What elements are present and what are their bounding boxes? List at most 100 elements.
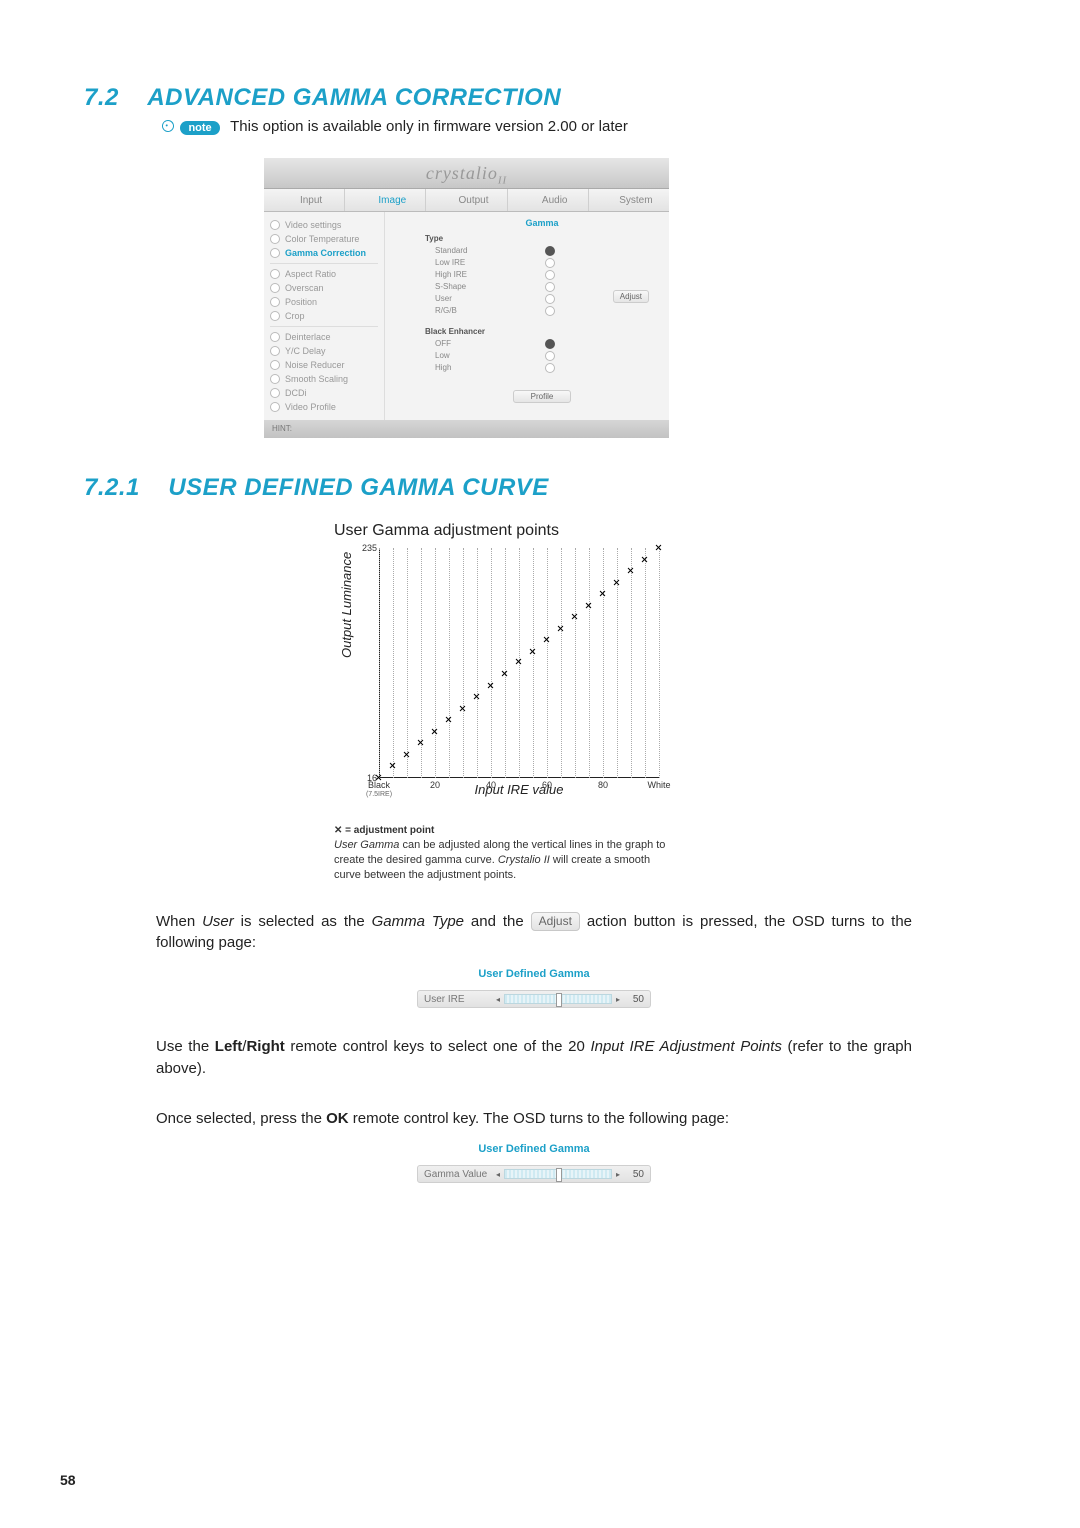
section-heading: 7.2 ADVANCED GAMMA CORRECTION — [84, 84, 984, 112]
arrow-left-icon[interactable]: ◂ — [496, 995, 500, 1004]
paragraph-1: When User is selected as the Gamma Type … — [156, 911, 912, 955]
output-icon — [444, 196, 454, 204]
sidebar-item-position[interactable]: Position — [264, 295, 384, 309]
osd-sidebar: Video settingsColor TemperatureGamma Cor… — [264, 212, 385, 420]
chart-legend: ✕ = adjustment point User Gamma can be a… — [334, 825, 674, 883]
black-enhancer-off[interactable]: OFF — [435, 338, 659, 350]
radio-icon — [545, 351, 555, 361]
adjustment-point — [516, 659, 522, 665]
tab-system[interactable]: System — [589, 189, 669, 211]
sidebar-item-noise-reducer[interactable]: Noise Reducer — [264, 358, 384, 372]
sidebar-item-dcdi[interactable]: DCDi — [264, 386, 384, 400]
chart-ylabel: Output Luminance — [339, 552, 354, 658]
chart-title: User Gamma adjustment points — [334, 522, 674, 540]
gridline — [547, 548, 548, 778]
slider-track[interactable] — [504, 1169, 612, 1179]
audio-icon — [528, 196, 538, 204]
adjustment-point — [544, 637, 550, 643]
profile-button[interactable]: Profile — [513, 390, 571, 403]
slider-value: 50 — [620, 1169, 644, 1180]
gridline — [463, 548, 464, 778]
arrow-left-icon[interactable]: ◂ — [496, 1170, 500, 1179]
paragraph-3: Once selected, press the OK remote contr… — [156, 1108, 912, 1130]
adjustment-point — [404, 752, 410, 758]
gamma-value-slider[interactable]: Gamma Value ◂ ▸ 50 — [417, 1165, 651, 1183]
radio-icon — [545, 258, 555, 268]
gamma-type-high-ire[interactable]: High IRE — [435, 269, 659, 281]
user-ire-slider[interactable]: User IRE ◂ ▸ 50 — [417, 990, 651, 1008]
adjustment-point — [586, 603, 592, 609]
subsection-title: USER DEFINED GAMMA CURVE — [168, 474, 548, 502]
osd-brand: crystalioII — [426, 163, 507, 183]
radio-icon — [545, 294, 555, 304]
radio-icon — [545, 270, 555, 280]
gridline — [435, 548, 436, 778]
tab-image[interactable]: Image — [345, 189, 426, 211]
gridline — [379, 548, 380, 778]
black-enhancer-high[interactable]: High — [435, 362, 659, 374]
radio-icon — [270, 374, 280, 384]
y-tick: 235 — [357, 543, 377, 553]
gamma-type-standard[interactable]: Standard — [435, 245, 659, 257]
note-badge: note — [180, 121, 219, 135]
sidebar-item-y-c-delay[interactable]: Y/C Delay — [264, 344, 384, 358]
radio-icon — [270, 346, 280, 356]
osd-window: crystalioII InputImageOutputAudioSystem … — [264, 158, 669, 438]
adjustment-point — [488, 683, 494, 689]
gridline — [645, 548, 646, 778]
adjust-inline-button[interactable]: Adjust — [531, 912, 580, 931]
osd-main-pane: Gamma Type StandardLow IREHigh IRES-Shap… — [385, 212, 669, 420]
gamma-type-low-ire[interactable]: Low IRE — [435, 257, 659, 269]
input-icon — [286, 196, 296, 204]
radio-icon — [270, 269, 280, 279]
x-tick: 80 — [598, 780, 608, 790]
sidebar-item-video-profile[interactable]: Video Profile — [264, 400, 384, 414]
adjustment-point — [418, 740, 424, 746]
sidebar-item-crop[interactable]: Crop — [264, 309, 384, 323]
section-number: 7.2 — [84, 84, 119, 112]
subsection-number: 7.2.1 — [84, 474, 140, 502]
adjustment-point — [558, 626, 564, 632]
page-number: 58 — [60, 1472, 76, 1488]
adjustment-point — [474, 694, 480, 700]
sidebar-item-video-settings[interactable]: Video settings — [264, 218, 384, 232]
radio-icon — [545, 363, 555, 373]
gridline — [631, 548, 632, 778]
radio-icon — [270, 360, 280, 370]
radio-icon — [270, 220, 280, 230]
adjust-button[interactable]: Adjust — [613, 290, 649, 303]
x-tick: Black — [368, 780, 390, 790]
slider-thumb[interactable] — [556, 1168, 562, 1182]
black-enhancer-low[interactable]: Low — [435, 350, 659, 362]
gridline — [477, 548, 478, 778]
sidebar-item-gamma-correction[interactable]: Gamma Correction — [264, 246, 384, 260]
subsection-heading: 7.2.1 USER DEFINED GAMMA CURVE — [84, 474, 984, 502]
sidebar-item-deinterlace[interactable]: Deinterlace — [264, 330, 384, 344]
tab-input[interactable]: Input — [264, 189, 345, 211]
osd-hint: HINT: — [264, 420, 669, 438]
pencil-icon — [160, 118, 175, 133]
x-tick: 20 — [430, 780, 440, 790]
adjustment-point — [502, 671, 508, 677]
x-tick: 40 — [486, 780, 496, 790]
slider-thumb[interactable] — [556, 993, 562, 1007]
radio-icon — [270, 388, 280, 398]
sidebar-item-color-temperature[interactable]: Color Temperature — [264, 232, 384, 246]
system-icon — [605, 196, 615, 204]
tab-audio[interactable]: Audio — [508, 189, 589, 211]
gamma-type-r-g-b[interactable]: R/G/B — [435, 305, 659, 317]
legend-body: User Gamma can be adjusted along the ver… — [334, 838, 674, 883]
paragraph-2: Use the Left/Right remote control keys t… — [156, 1036, 912, 1080]
sidebar-item-overscan[interactable]: Overscan — [264, 281, 384, 295]
radio-icon — [545, 339, 555, 349]
tab-output[interactable]: Output — [426, 189, 507, 211]
sidebar-item-smooth-scaling[interactable]: Smooth Scaling — [264, 372, 384, 386]
slider-track[interactable] — [504, 994, 612, 1004]
adjustment-point — [572, 614, 578, 620]
adjustment-point — [656, 545, 662, 551]
gridline — [659, 548, 660, 778]
gridline — [505, 548, 506, 778]
radio-icon — [545, 282, 555, 292]
slider-label: Gamma Value — [424, 1169, 496, 1180]
sidebar-item-aspect-ratio[interactable]: Aspect Ratio — [264, 267, 384, 281]
